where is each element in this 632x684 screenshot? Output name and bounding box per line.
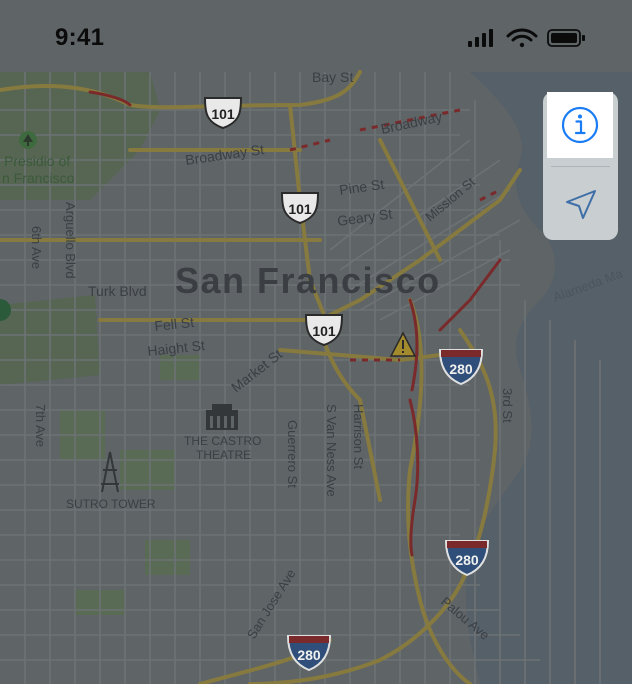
city-label: San Francisco [175, 260, 441, 301]
wifi-icon [506, 28, 538, 48]
svg-text:101: 101 [211, 106, 235, 122]
street-label: Guerrero St [285, 420, 300, 488]
svg-text:101: 101 [312, 323, 336, 339]
street-label: Arguello Blvd [63, 202, 78, 279]
street-label: Harrison St [351, 404, 366, 469]
svg-text:101: 101 [288, 201, 312, 217]
park-label: Presidio of [4, 153, 70, 169]
current-location-button[interactable] [543, 170, 618, 240]
poi-label: THE CASTRO [184, 434, 261, 448]
controls-divider [551, 166, 610, 167]
svg-text:280: 280 [449, 361, 473, 377]
status-bar: 9:41 [0, 0, 632, 72]
svg-text:280: 280 [297, 647, 321, 663]
cellular-signal-icon [468, 29, 493, 47]
poi-label: THEATRE [196, 448, 251, 462]
battery-icon [547, 29, 585, 47]
map-view[interactable]: San Francisco Bay St Broadway Broadway S… [0, 0, 632, 684]
status-icons [468, 28, 585, 48]
street-label: 7th Ave [33, 404, 48, 447]
info-button[interactable] [547, 92, 613, 158]
park-label: n Francisco [2, 170, 75, 186]
tree-icon [19, 131, 37, 149]
info-icon [561, 106, 599, 144]
location-arrow-icon [565, 190, 596, 219]
street-label: S Van Ness Ave [324, 404, 339, 497]
street-label: Turk Blvd [88, 283, 147, 299]
street-label: 6th Ave [29, 226, 44, 269]
map-controls [543, 92, 618, 240]
status-time: 9:41 [55, 24, 105, 51]
poi-label: SUTRO TOWER [66, 497, 156, 511]
street-label: 3rd St [500, 388, 515, 423]
svg-text:280: 280 [455, 552, 479, 568]
